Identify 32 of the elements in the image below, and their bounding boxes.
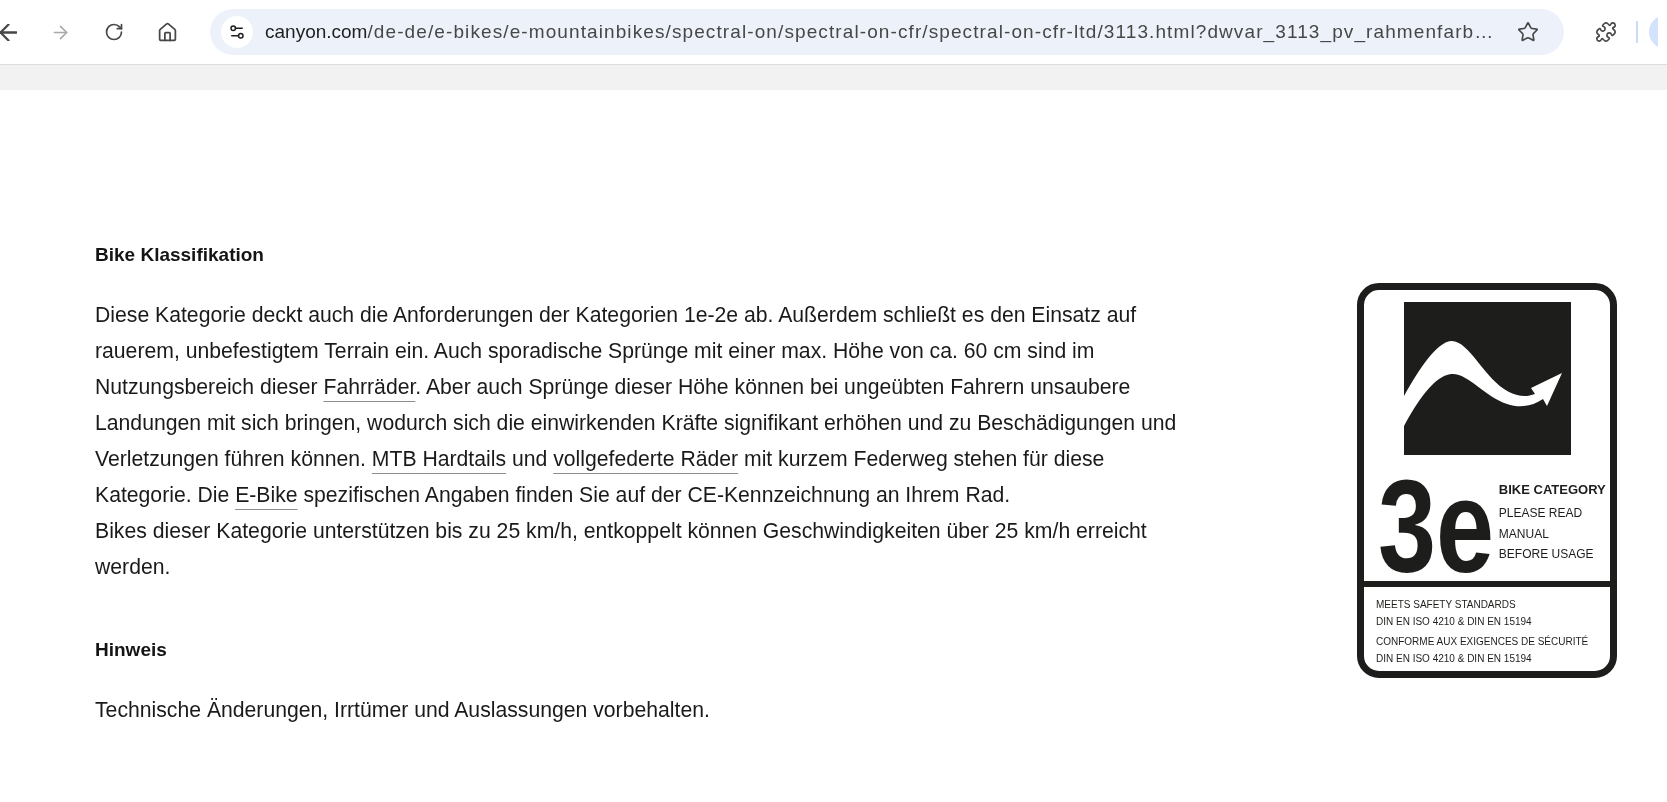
bookmark-button[interactable] <box>1517 21 1539 43</box>
reload-button[interactable] <box>104 22 124 42</box>
puzzle-icon <box>1595 21 1617 43</box>
url-path: /de-de/e-bikes/e-mountainbikes/spectral-on/spectral-on-cfr/spectral-on-cfr-ltd/3113.html?dwvar_3113_pv_rahmenfarb… <box>367 20 1495 45</box>
inline-link[interactable]: MTB Hardtails <box>371 447 507 470</box>
reload-icon <box>104 22 124 42</box>
body-paragraph: Bikes dieser Kategorie unterstützen bis zu 25 km/h, entkoppelt können Geschwindigkeiten über 25 km/h erreicht werden. <box>95 518 1148 580</box>
body-paragraph: Diese Kategorie deckt auch die Anforderungen der Kategorien 1e-2e ab. Außerdem schließt es den Einsatz auf rauerem, unbefestigtem Terrain ein. Auch sporadische Sprünge mit einer max. Höhe von ca. 60 cm sind im Nutzungsbereich dieser Fahrräder. Aber auch Sprünge dieser Höhe können bei ungeübten Fahrern unsaubere Landungen mit sich bringen, wodurch sich die einwirkenden Kräfte signifikant erhöhen und zu Beschädigungen und Verletzungen führen können. MTB Hardtails und vollgefederte Räder mit kurzem Federweg stehen für diese Kategorie. Die E-Bike spezifischen Angaben finden Sie auf der CE-Kennzeichnung an Ihrem Rad. <box>95 302 1178 509</box>
category-number: 3e <box>1378 479 1494 575</box>
inline-link[interactable]: Fahrräder <box>323 375 416 398</box>
home-icon <box>157 21 178 43</box>
standards-text: DIN EN ISO 4210 & DIN EN 15194 <box>1376 615 1533 629</box>
inline-link[interactable]: E-Bike <box>235 483 298 506</box>
inline-link[interactable]: vollgefederte Räder <box>553 447 739 470</box>
notice-text: BEFORE USAGE <box>1498 546 1595 563</box>
section-heading: Hinweis <box>95 638 168 662</box>
extensions-button[interactable] <box>1595 21 1617 43</box>
standards-text: MEETS SAFETY STANDARDS <box>1376 598 1517 612</box>
notice-text: MANUAL <box>1498 525 1550 543</box>
address-field[interactable]: canyon.com/de-de/e-bikes/e-mountainbikes/spectral-on/spectral-on-cfr/spectral-on-cfr-ltd/3113.html?dwvar_3113_pv_rahmenfarb… <box>210 9 1564 55</box>
body-paragraph: Technische Änderungen, Irrtümer und Auslassungen vorbehalten. <box>95 697 711 724</box>
url-host: canyon.com <box>265 20 368 42</box>
back-button[interactable] <box>0 23 17 41</box>
star-icon <box>1517 21 1539 43</box>
standards-text: CONFORME AUX EXIGENCES DE SÉCURITÉ <box>1376 634 1590 649</box>
sliders-icon <box>228 23 246 41</box>
category-title: BIKE CATEGORY <box>1498 481 1606 499</box>
home-button[interactable] <box>157 21 178 43</box>
standards-text: DIN EN ISO 4210 & DIN EN 15194 <box>1376 652 1533 666</box>
site-info-button[interactable] <box>221 16 253 48</box>
section-heading: Bike Klassifikation <box>95 243 265 267</box>
notice-text: PLEASE READ <box>1498 505 1584 522</box>
